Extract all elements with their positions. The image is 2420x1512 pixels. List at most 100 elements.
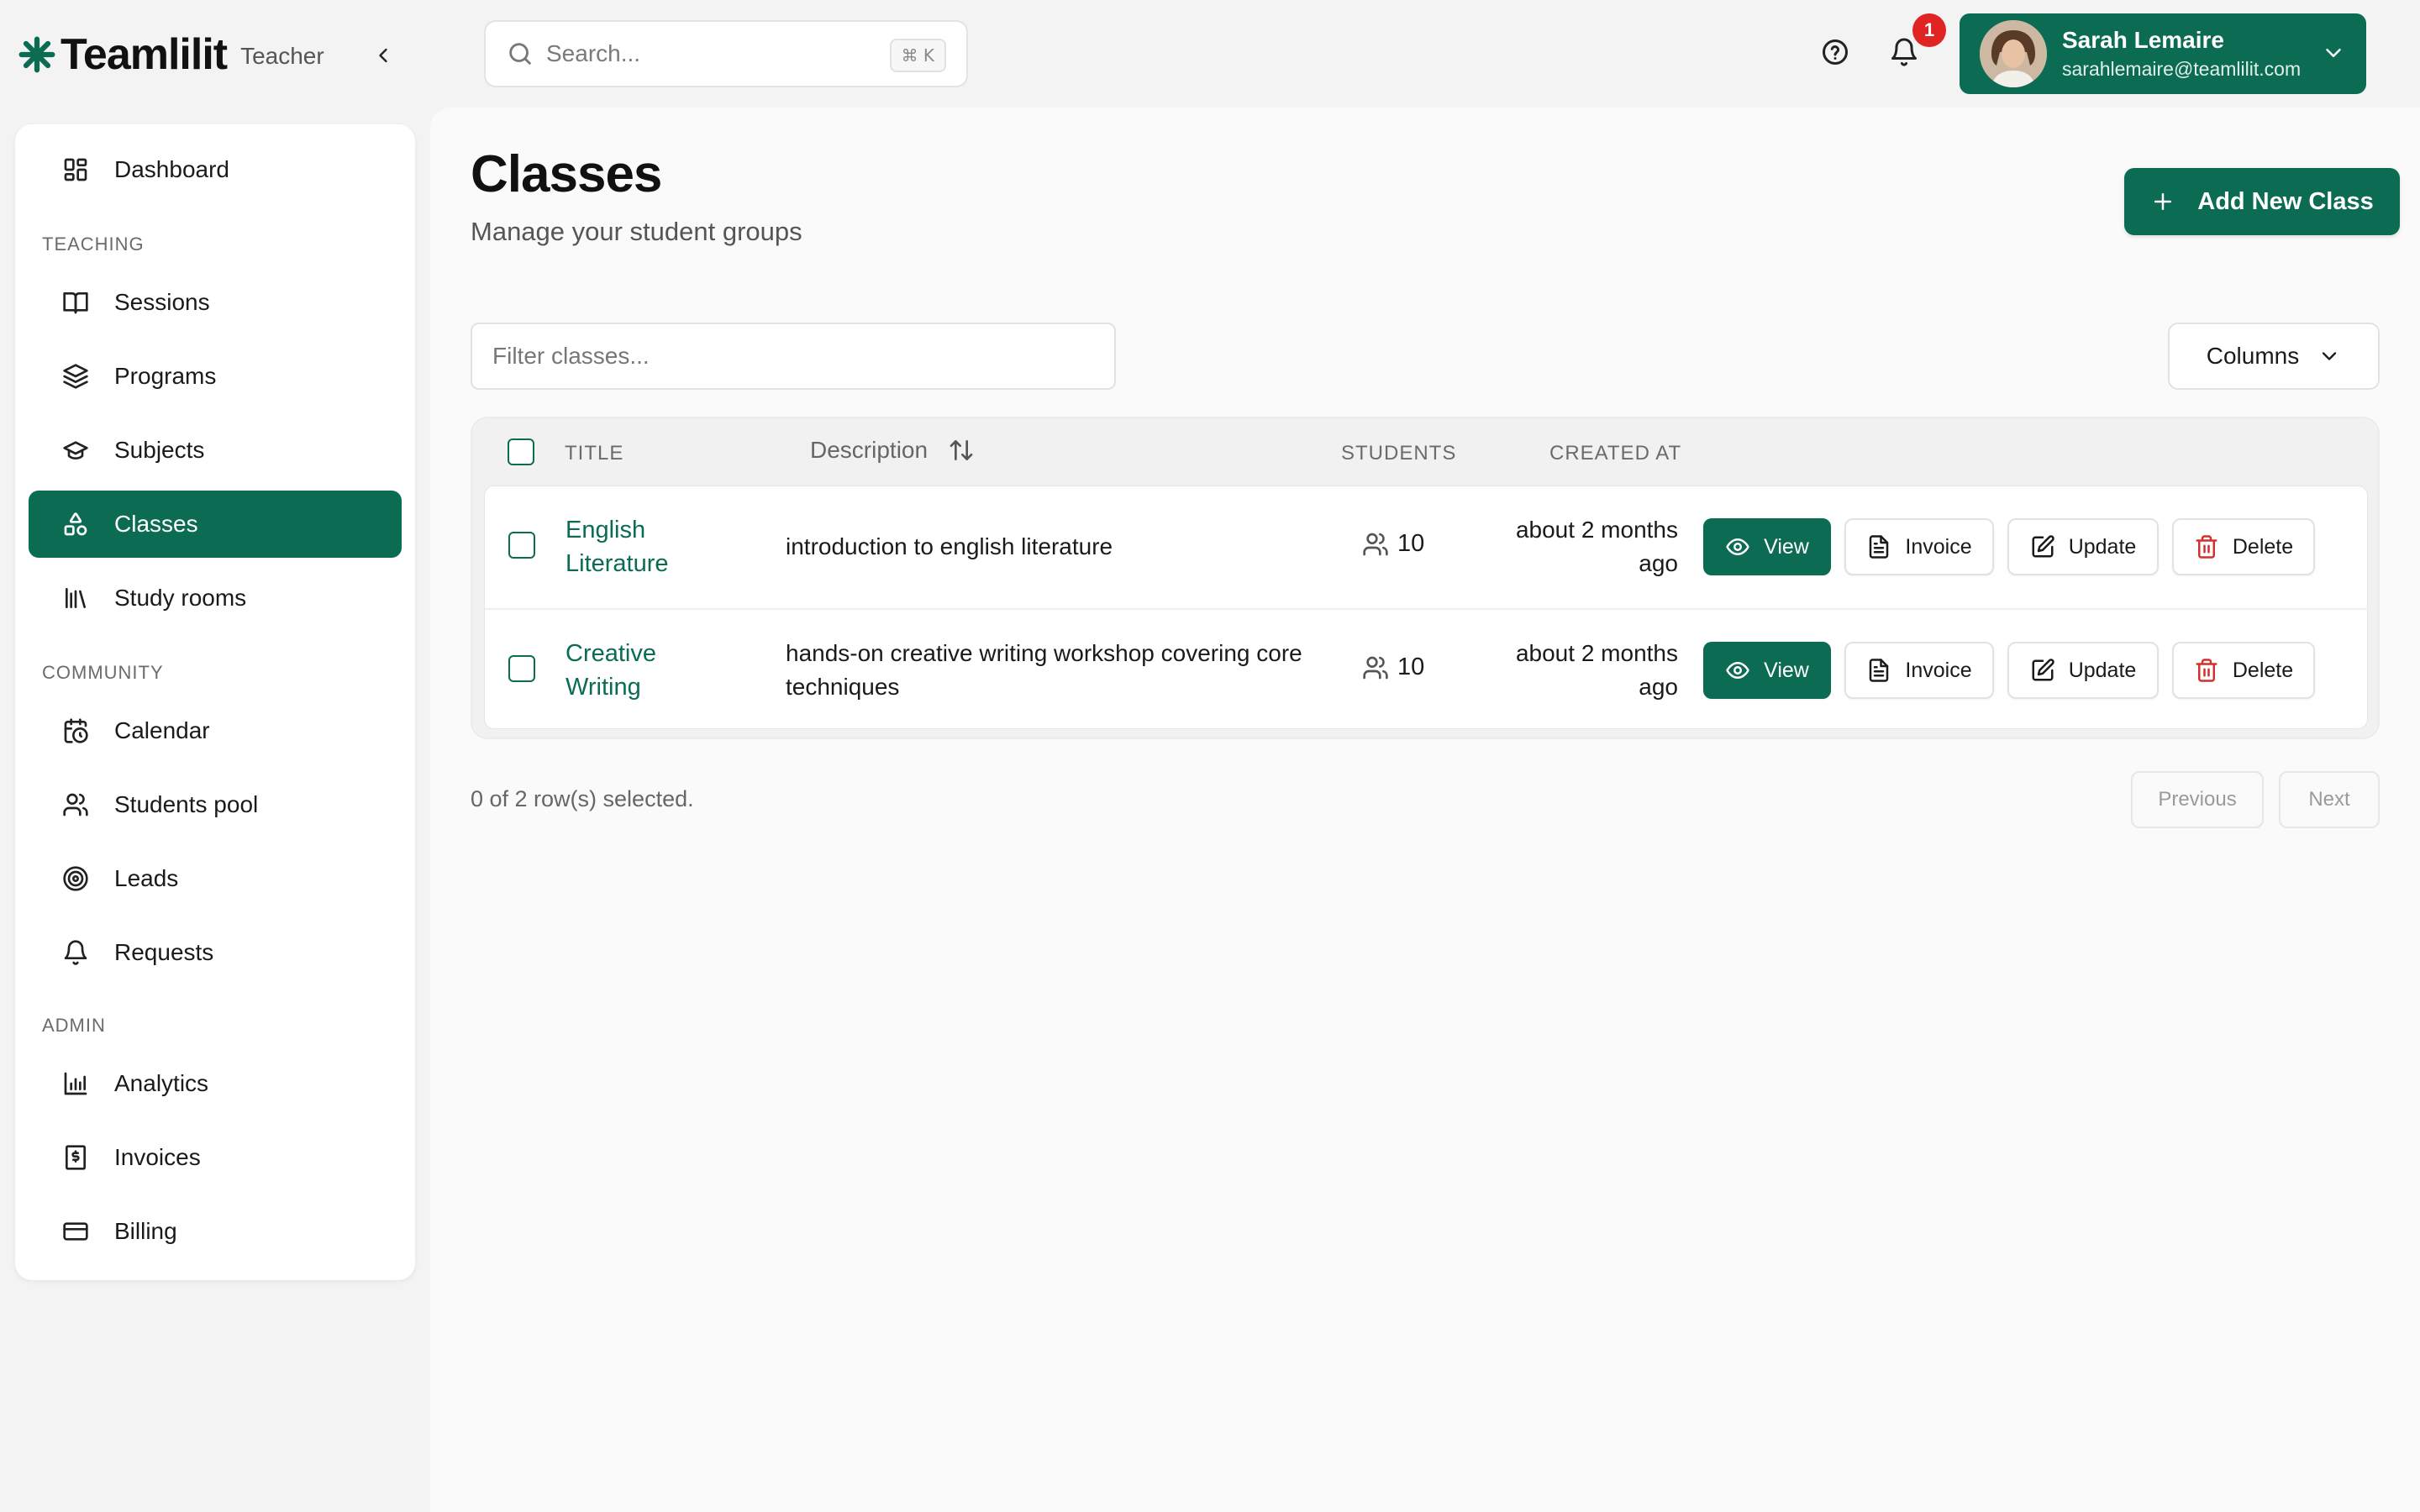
calendar-clock-icon [62, 717, 89, 744]
edit-icon [2030, 534, 2055, 559]
invoice-button[interactable]: Invoice [1844, 642, 1994, 699]
section-label-admin: ADMIN [42, 1015, 106, 1036]
sidebar-item-label: Leads [114, 865, 179, 891]
user-email: sarahlemaire@teamlilit.com [2062, 58, 2302, 80]
update-label: Update [2068, 658, 2137, 682]
sidebar-item-label: Classes [114, 511, 198, 537]
created-at-line: about 2 months [1515, 640, 1678, 666]
column-header-students: STUDENTS [1341, 442, 1457, 465]
previous-page-button[interactable]: Previous [2131, 771, 2264, 828]
sidebar-item-label: Subjects [114, 437, 205, 463]
sidebar-item-sessions[interactable]: Sessions [29, 269, 402, 336]
file-text-icon [1866, 658, 1891, 683]
selected-rows-status: 0 of 2 row(s) selected. [471, 786, 694, 811]
view-label: View [1764, 534, 1809, 559]
user-name: Sarah Lemaire [2062, 27, 2224, 53]
sort-arrows-icon [948, 437, 975, 464]
users-icon [62, 791, 89, 818]
top-bar: Teamlilit Teacher ⌘ K 1 Sarah Lemaire sa… [0, 0, 2420, 108]
sidebar-item-label: Students pool [114, 791, 259, 817]
section-label-community: COMMUNITY [42, 662, 164, 683]
sidebar-item-label: Invoices [114, 1144, 201, 1170]
created-at: about 2 months ago [1476, 637, 1678, 704]
view-button[interactable]: View [1703, 518, 1831, 575]
invoice-label: Invoice [1905, 534, 1972, 559]
sidebar: Dashboard TEACHING Sessions Programs Sub… [15, 124, 415, 1280]
notification-badge: 1 [1912, 13, 1946, 47]
sidebar-item-programs[interactable]: Programs [29, 343, 402, 410]
update-button[interactable]: Update [2007, 518, 2159, 575]
add-new-class-button[interactable]: Add New Class [2124, 168, 2400, 235]
shapes-icon [62, 511, 89, 538]
filter-classes-input[interactable] [471, 323, 1116, 390]
sidebar-item-label: Programs [114, 363, 217, 389]
delete-label: Delete [2232, 534, 2294, 559]
brand-name: Teamlilit [60, 30, 228, 79]
columns-button[interactable]: Columns [2168, 323, 2380, 390]
class-description: hands-on creative writing workshop cover… [786, 640, 1302, 700]
main-content: Classes Manage your student groups Add N… [430, 108, 2420, 1512]
sidebar-item-label: Dashboard [114, 156, 229, 182]
sidebar-item-classes[interactable]: Classes [29, 491, 402, 558]
sidebar-item-study-rooms[interactable]: Study rooms [29, 564, 402, 632]
sidebar-item-label: Sessions [114, 289, 210, 315]
next-page-button[interactable]: Next [2279, 771, 2380, 828]
column-header-description-label: Description [810, 437, 929, 463]
eye-icon [1725, 534, 1750, 559]
created-at-line: about 2 months [1515, 517, 1678, 543]
created-at: about 2 months ago [1476, 513, 1678, 580]
layout-dashboard-icon [62, 156, 89, 183]
search-input[interactable] [546, 40, 865, 67]
sidebar-item-students-pool[interactable]: Students pool [29, 771, 402, 838]
library-icon [62, 585, 89, 612]
sidebar-item-label: Billing [114, 1218, 177, 1244]
delete-button[interactable]: Delete [2172, 518, 2315, 575]
select-all-checkbox[interactable] [508, 438, 534, 465]
table-row: English Literature introduction to engli… [485, 486, 2369, 608]
column-header-title: TITLE [565, 442, 624, 465]
search-shortcut: ⌘ K [889, 39, 946, 72]
help-icon[interactable] [1820, 37, 1855, 72]
sidebar-item-analytics[interactable]: Analytics [29, 1050, 402, 1117]
sidebar-item-requests[interactable]: Requests [29, 919, 402, 986]
trash-icon [2194, 658, 2219, 683]
sidebar-item-invoices[interactable]: Invoices [29, 1124, 402, 1191]
class-title-line: Creative [566, 640, 656, 667]
page-subtitle: Manage your student groups [471, 217, 802, 246]
row-checkbox[interactable] [508, 532, 535, 559]
chevron-down-icon [2317, 344, 2341, 368]
columns-label: Columns [2206, 343, 2300, 369]
sidebar-item-subjects[interactable]: Subjects [29, 417, 402, 484]
student-count: 10 [1362, 654, 1424, 681]
student-count: 10 [1362, 530, 1424, 558]
update-button[interactable]: Update [2007, 642, 2159, 699]
graduation-cap-icon [62, 437, 89, 464]
column-header-description[interactable]: Description [810, 437, 975, 464]
sidebar-item-calendar[interactable]: Calendar [29, 697, 402, 764]
view-label: View [1764, 658, 1809, 682]
brand[interactable]: Teamlilit Teacher [18, 25, 324, 84]
invoice-button[interactable]: Invoice [1844, 518, 1994, 575]
chevron-down-icon [2321, 40, 2346, 66]
class-title-line: Literature [566, 550, 669, 577]
sidebar-item-billing[interactable]: Billing [29, 1198, 402, 1265]
users-icon [1362, 654, 1389, 681]
invoice-label: Invoice [1905, 658, 1972, 682]
class-title-line: English [566, 517, 646, 543]
user-menu[interactable]: Sarah Lemaire sarahlemaire@teamlilit.com [1960, 13, 2366, 94]
receipt-icon [62, 1144, 89, 1171]
collapse-sidebar-icon[interactable] [366, 39, 400, 72]
search-box[interactable]: ⌘ K [484, 20, 968, 87]
section-label-teaching: TEACHING [42, 234, 145, 255]
classes-table: TITLE Description STUDENTS CREATED AT En… [471, 417, 2380, 739]
class-title-link[interactable]: Creative Writing [566, 637, 717, 704]
table-row: Creative Writing hands-on creative writi… [485, 608, 2369, 730]
sidebar-item-leads[interactable]: Leads [29, 845, 402, 912]
sidebar-item-label: Requests [114, 939, 214, 965]
sidebar-item-dashboard[interactable]: Dashboard [29, 136, 402, 203]
view-button[interactable]: View [1703, 642, 1831, 699]
class-title-link[interactable]: English Literature [566, 513, 717, 580]
row-checkbox[interactable] [508, 655, 535, 682]
column-header-created-at: CREATED AT [1549, 442, 1682, 465]
delete-button[interactable]: Delete [2172, 642, 2315, 699]
